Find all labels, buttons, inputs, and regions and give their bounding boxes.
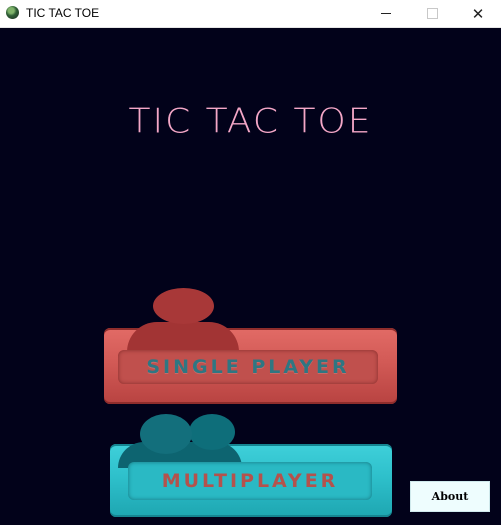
close-icon: ✕ [471,4,485,23]
single-user-icon [127,322,239,352]
minimize-icon [381,13,391,14]
close-button[interactable]: ✕ [455,0,501,27]
game-title: TIC TAC TOE [128,102,373,141]
game-canvas: TIC TAC TOE SINGLE PLAYER MULTIPLAYER Ab… [0,28,501,525]
single-player-label-plate[interactable]: SINGLE PLAYER [118,350,378,384]
single-player-label: SINGLE PLAYER [146,356,350,378]
window-title: TIC TAC TOE [26,6,100,20]
about-button[interactable]: About [410,481,490,512]
maximize-icon [426,8,438,19]
multi-user-front-head-icon [140,414,192,454]
window-title-bar[interactable]: TIC TAC TOE ✕ [0,0,501,28]
minimize-button[interactable] [363,0,409,27]
single-user-head-icon [153,288,214,324]
app-icon [6,6,19,19]
multiplayer-label: MULTIPLAYER [161,470,339,492]
maximize-button[interactable] [409,0,455,27]
multiplayer-label-plate[interactable]: MULTIPLAYER [128,462,372,500]
multi-user-back-head-icon [189,414,235,450]
